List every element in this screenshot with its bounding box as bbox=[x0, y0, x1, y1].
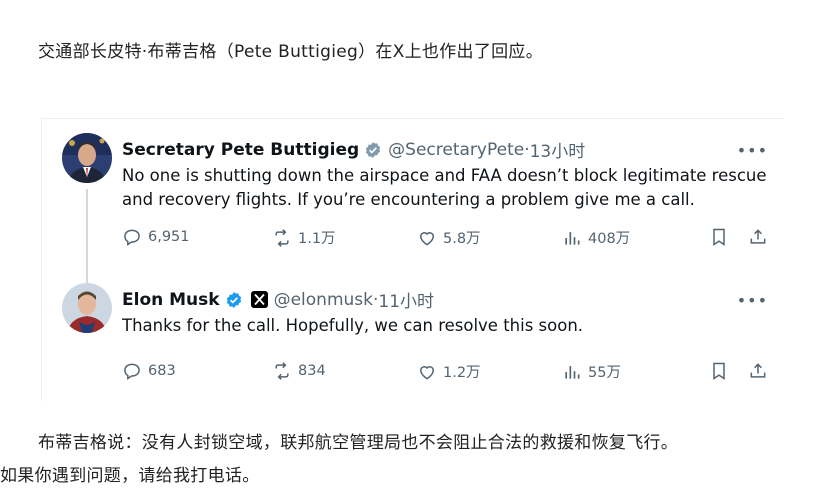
share-icon bbox=[750, 363, 766, 378]
article-paragraph: 如果你遇到问题，请给我打电话。 bbox=[0, 466, 260, 486]
retweet-button[interactable]: 834 bbox=[272, 361, 326, 381]
views-button[interactable]: 408万 bbox=[562, 227, 630, 248]
avatar[interactable] bbox=[62, 133, 112, 183]
retweet-icon bbox=[275, 228, 289, 247]
like-button[interactable]: 5.8万 bbox=[417, 227, 481, 248]
avatar[interactable] bbox=[62, 283, 112, 333]
reply-button[interactable]: 683 bbox=[122, 361, 176, 381]
retweet-count: 834 bbox=[298, 363, 326, 379]
article-intro: 交通部长皮特·布蒂吉格（Pete Buttigieg）在X上也作出了回应。 bbox=[38, 42, 544, 62]
like-count: 1.2万 bbox=[443, 365, 481, 381]
tweet-header: Secretary Pete Buttigieg @SecretaryPete … bbox=[122, 137, 586, 163]
tweet-actions: 683 834 1.2万 55万 bbox=[122, 361, 772, 385]
reply-icon bbox=[124, 229, 140, 246]
timestamp[interactable]: 11小时 bbox=[378, 287, 434, 312]
retweet-count: 1.1万 bbox=[298, 231, 336, 247]
verified-blue-icon bbox=[225, 291, 243, 309]
handle[interactable]: @SecretaryPete bbox=[388, 140, 524, 160]
article-paragraph: 布蒂吉格说：没有人封锁空域，联邦航空管理局也不会阻止合法的救援和恢复飞行。 bbox=[38, 433, 679, 453]
bookmark-icon bbox=[713, 228, 725, 246]
like-button[interactable]: 1.2万 bbox=[417, 361, 481, 382]
views-chart-icon bbox=[565, 365, 580, 379]
share-icon bbox=[750, 229, 766, 244]
reply-icon bbox=[124, 363, 140, 380]
timestamp[interactable]: 13小时 bbox=[530, 137, 586, 162]
tweet-buttigieg[interactable]: Secretary Pete Buttigieg @SecretaryPete … bbox=[42, 119, 784, 284]
reply-button[interactable]: 6,951 bbox=[122, 227, 190, 247]
share-button[interactable] bbox=[748, 227, 768, 247]
retweet-button[interactable]: 1.1万 bbox=[272, 227, 336, 248]
heart-icon bbox=[419, 365, 435, 380]
reply-count: 6,951 bbox=[148, 229, 190, 245]
tweet-thread-screenshot: Secretary Pete Buttigieg @SecretaryPete … bbox=[41, 118, 784, 401]
bookmark-icon bbox=[713, 362, 725, 380]
tweet-musk[interactable]: Elon Musk @elonmusk · 11小时 ••• Thanks fo… bbox=[42, 269, 784, 401]
more-options-icon[interactable]: ••• bbox=[737, 291, 768, 310]
view-count: 408万 bbox=[588, 231, 631, 247]
heart-icon bbox=[419, 231, 435, 246]
handle[interactable]: @elonmusk bbox=[274, 290, 373, 310]
bookmark-button[interactable] bbox=[709, 227, 729, 247]
like-count: 5.8万 bbox=[443, 231, 481, 247]
tweet-text: Thanks for the call. Hopefully, we can r… bbox=[122, 316, 584, 335]
reply-count: 683 bbox=[148, 363, 176, 379]
view-count: 55万 bbox=[588, 365, 621, 381]
views-chart-icon bbox=[565, 231, 580, 245]
retweet-icon bbox=[275, 362, 289, 380]
display-name[interactable]: Elon Musk bbox=[122, 290, 220, 310]
tweet-actions: 6,951 1.1万 5.8万 408万 bbox=[122, 227, 772, 251]
tweet-header: Elon Musk @elonmusk · 11小时 bbox=[122, 287, 434, 313]
more-options-icon[interactable]: ••• bbox=[737, 141, 768, 160]
x-logo-icon bbox=[250, 291, 268, 308]
verified-gray-icon bbox=[364, 141, 382, 159]
bookmark-button[interactable] bbox=[709, 361, 729, 381]
tweet-text: No one is shutting down the airspace and… bbox=[122, 166, 767, 209]
views-button[interactable]: 55万 bbox=[562, 361, 621, 382]
share-button[interactable] bbox=[748, 361, 768, 381]
display-name[interactable]: Secretary Pete Buttigieg bbox=[122, 140, 359, 160]
